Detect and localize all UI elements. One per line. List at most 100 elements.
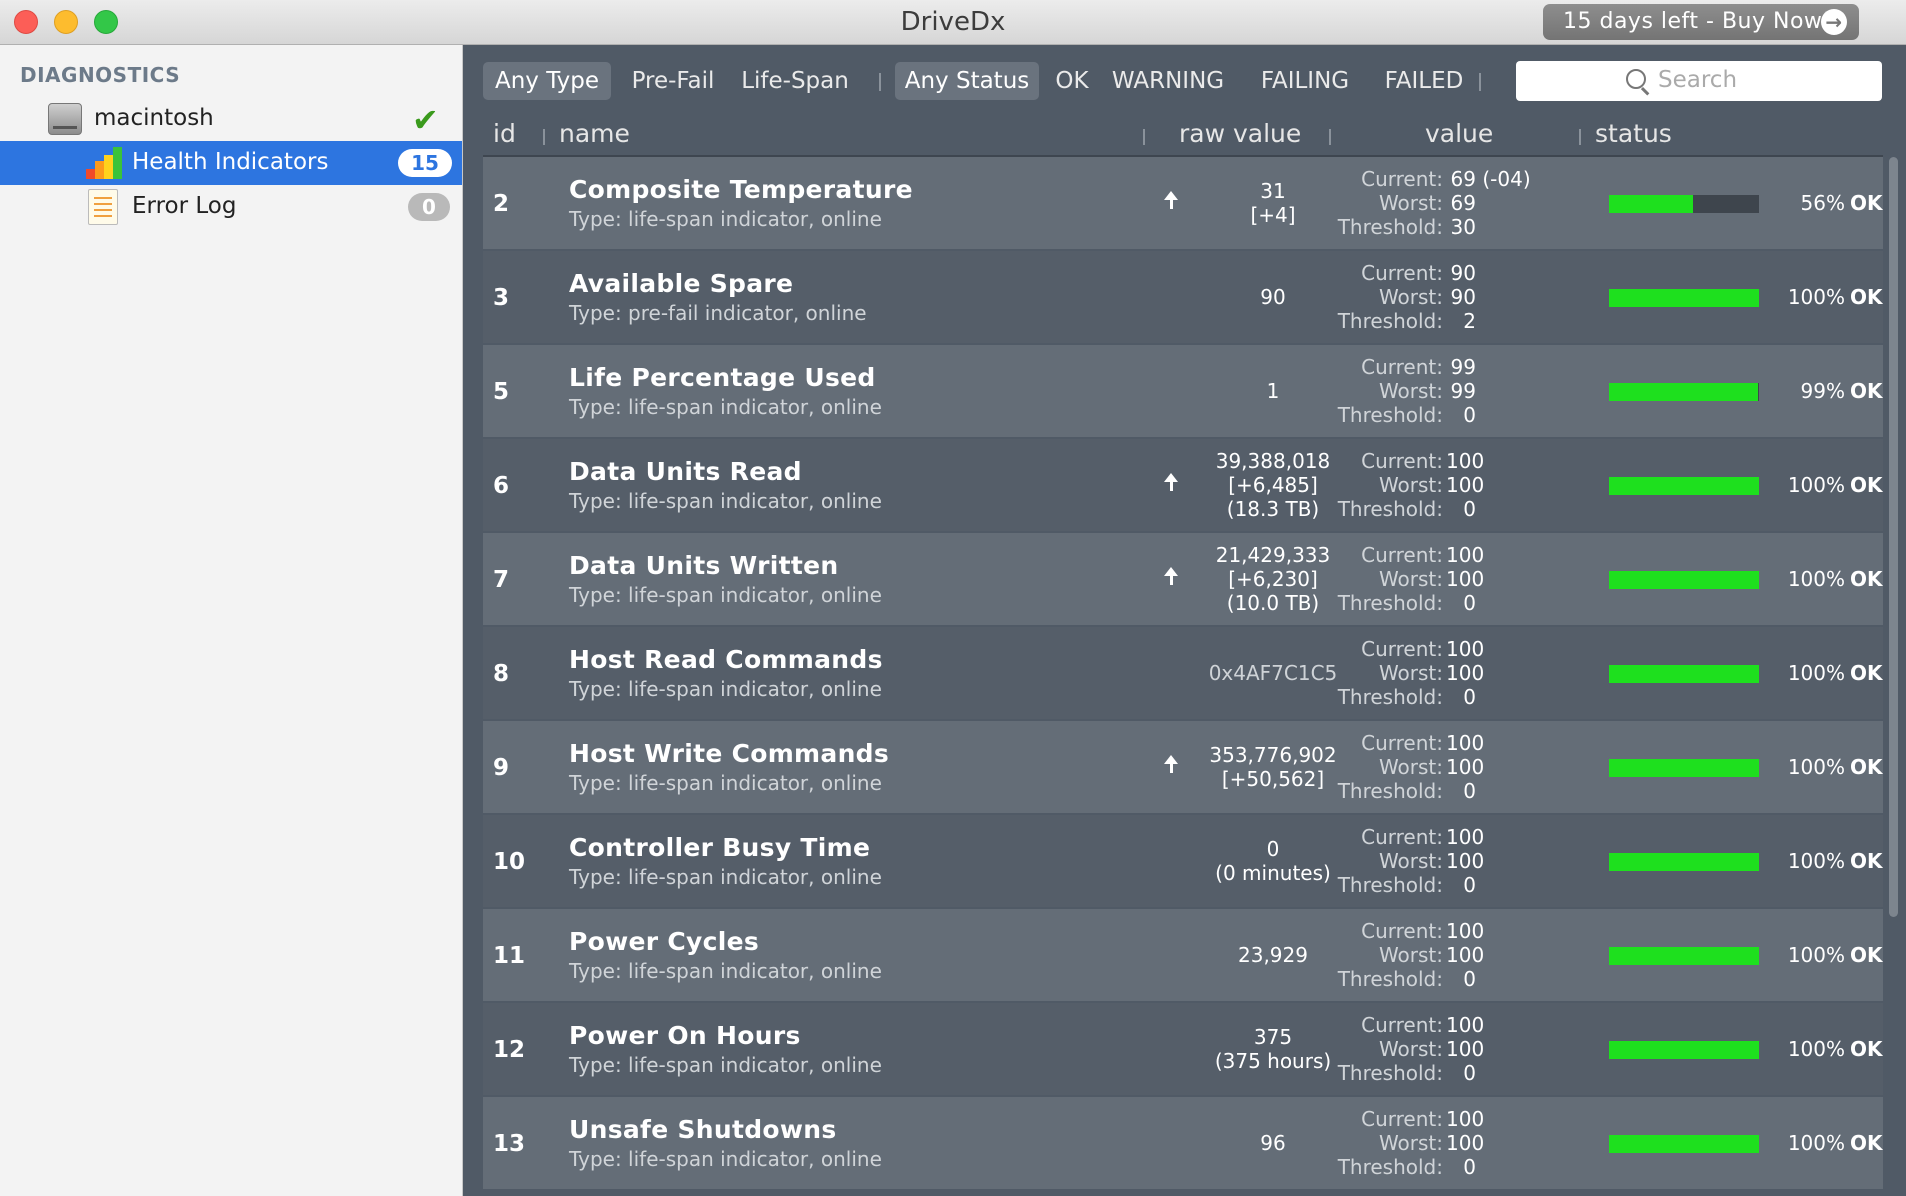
vertical-scrollbar[interactable] — [1889, 157, 1898, 917]
value-labels: Current: Worst: Threshold: — [1323, 919, 1443, 991]
column-header-status[interactable]: status — [1595, 119, 1672, 148]
worst-label: Worst: — [1378, 661, 1443, 685]
current-value: 100 — [1446, 731, 1485, 755]
health-percent: 99% — [1800, 379, 1845, 403]
arrow-right-icon: → — [1821, 9, 1847, 35]
indicator-type: Type: life-span indicator, online — [569, 207, 882, 231]
worst-label: Worst: — [1378, 1037, 1443, 1061]
buy-now-button[interactable]: 15 days left - Buy Now! → — [1543, 4, 1859, 40]
column-header-name[interactable]: name — [559, 119, 630, 148]
health-percent: 100% — [1787, 661, 1845, 685]
title-bar: DriveDx 15 days left - Buy Now! → — [0, 0, 1906, 45]
table-row[interactable]: 7 Data Units Written Type: life-span indic… — [483, 533, 1883, 625]
indicator-name: Data Units Read — [569, 457, 802, 486]
indicator-type: Type: life-span indicator, online — [569, 771, 882, 795]
value-labels: Current: Worst: Threshold: — [1323, 637, 1443, 709]
health-percent: 56% — [1800, 191, 1845, 215]
table-row[interactable]: 3 Available Spare Type: pre-fail indicator… — [483, 251, 1883, 343]
indicator-name: Composite Temperature — [569, 175, 913, 204]
sidebar: DIAGNOSTICS macintosh ✔ Health Indicator… — [0, 45, 463, 1196]
value-labels: Current: Worst: Threshold: — [1323, 167, 1443, 239]
health-bar-fill — [1609, 853, 1759, 871]
column-header-id[interactable]: id — [493, 119, 516, 148]
worst-label: Worst: — [1378, 191, 1443, 215]
filter-ok[interactable]: OK — [1045, 62, 1099, 100]
table-row[interactable]: 11 Power Cycles Type: life-span indicator,… — [483, 909, 1883, 1001]
health-bar — [1609, 195, 1759, 213]
worst-label: Worst: — [1378, 755, 1443, 779]
sidebar-item-health-indicators[interactable]: Health Indicators 15 — [0, 141, 462, 185]
worst-value: 99 — [1450, 379, 1476, 403]
filter-pre-fail[interactable]: Pre-Fail — [617, 62, 729, 100]
health-percent: 100% — [1787, 849, 1845, 873]
table-row[interactable]: 5 Life Percentage Used Type: life-span ind… — [483, 345, 1883, 437]
health-percent: 100% — [1787, 755, 1845, 779]
table-row[interactable]: 8 Host Read Commands Type: life-span indic… — [483, 627, 1883, 719]
value-numbers: 100 100 0 — [1446, 1107, 1546, 1179]
sidebar-item-macintosh[interactable]: macintosh ✔ — [0, 97, 462, 141]
worst-value: 100 — [1446, 473, 1485, 497]
health-bar — [1609, 477, 1759, 495]
value-numbers: 100 100 0 — [1446, 919, 1546, 991]
threshold-value: 0 — [1463, 967, 1476, 991]
filter-failed[interactable]: FAILED — [1377, 62, 1471, 100]
app-window: DriveDx 15 days left - Buy Now! → DIAGNO… — [0, 0, 1906, 1196]
threshold-value: 2 — [1463, 309, 1476, 333]
worst-value: 100 — [1446, 567, 1485, 591]
sidebar-item-error-log[interactable]: Error Log 0 — [0, 185, 462, 229]
indicator-id: 2 — [493, 191, 510, 217]
current-value: 100 — [1446, 1107, 1485, 1131]
current-label: Current: — [1361, 1013, 1443, 1037]
table-row[interactable]: 13 Unsafe Shutdowns Type: life-span indica… — [483, 1097, 1883, 1189]
health-bar — [1609, 289, 1759, 307]
worst-label: Worst: — [1378, 379, 1443, 403]
worst-label: Worst: — [1378, 849, 1443, 873]
current-label: Current: — [1361, 543, 1443, 567]
status-badge: OK — [1850, 473, 1883, 497]
filter-warning[interactable]: WARNING — [1107, 62, 1229, 100]
table-row[interactable]: 2 Composite Temperature Type: life-span in… — [483, 157, 1883, 249]
threshold-label: Threshold: — [1337, 1155, 1443, 1179]
search-input[interactable]: Search — [1516, 61, 1882, 101]
worst-label: Worst: — [1378, 473, 1443, 497]
indicator-id: 5 — [493, 379, 510, 405]
filter-any-status[interactable]: Any Status — [895, 62, 1039, 100]
value-numbers: 100 100 0 — [1446, 825, 1546, 897]
column-header-value[interactable]: value — [1425, 119, 1493, 148]
indicator-id: 3 — [493, 285, 510, 311]
table-row[interactable]: 10 Controller Busy Time Type: life-span in… — [483, 815, 1883, 907]
table-row[interactable]: 6 Data Units Read Type: life-span indicato… — [483, 439, 1883, 531]
indicator-id: 11 — [493, 943, 526, 969]
column-header-raw-value[interactable]: raw value — [1179, 119, 1301, 148]
current-label: Current: — [1361, 261, 1443, 285]
health-bar-fill — [1609, 1135, 1759, 1153]
current-value: 100 — [1446, 919, 1485, 943]
filter-bar: Any Type Pre-Fail Life-Span Any Status O… — [463, 45, 1906, 115]
indicator-name: Host Read Commands — [569, 645, 883, 674]
threshold-label: Threshold: — [1337, 685, 1443, 709]
worst-label: Worst: — [1378, 1131, 1443, 1155]
table-row[interactable]: 12 Power On Hours Type: life-span indicato… — [483, 1003, 1883, 1095]
table-header: id name raw value value status — [483, 115, 1883, 157]
value-numbers: 100 100 0 — [1446, 543, 1546, 615]
threshold-value: 0 — [1463, 873, 1476, 897]
status-badge: OK — [1850, 943, 1883, 967]
threshold-label: Threshold: — [1337, 215, 1443, 239]
table-row[interactable]: 9 Host Write Commands Type: life-span indi… — [483, 721, 1883, 813]
indicator-name: Available Spare — [569, 269, 794, 298]
filter-any-type[interactable]: Any Type — [483, 62, 611, 100]
value-labels: Current: Worst: Threshold: — [1323, 261, 1443, 333]
health-bar — [1609, 853, 1759, 871]
value-labels: Current: Worst: Threshold: — [1323, 449, 1443, 521]
sidebar-item-label: Health Indicators — [132, 149, 329, 175]
current-label: Current: — [1361, 919, 1443, 943]
threshold-value: 30 — [1450, 215, 1476, 239]
current-label: Current: — [1361, 637, 1443, 661]
indicator-name: Host Write Commands — [569, 739, 890, 768]
worst-value: 90 — [1450, 285, 1476, 309]
health-bar-fill — [1609, 665, 1759, 683]
indicator-name: Unsafe Shutdowns — [569, 1115, 837, 1144]
filter-failing[interactable]: FAILING — [1253, 62, 1357, 100]
filter-life-span[interactable]: Life-Span — [735, 62, 855, 100]
threshold-value: 0 — [1463, 779, 1476, 803]
